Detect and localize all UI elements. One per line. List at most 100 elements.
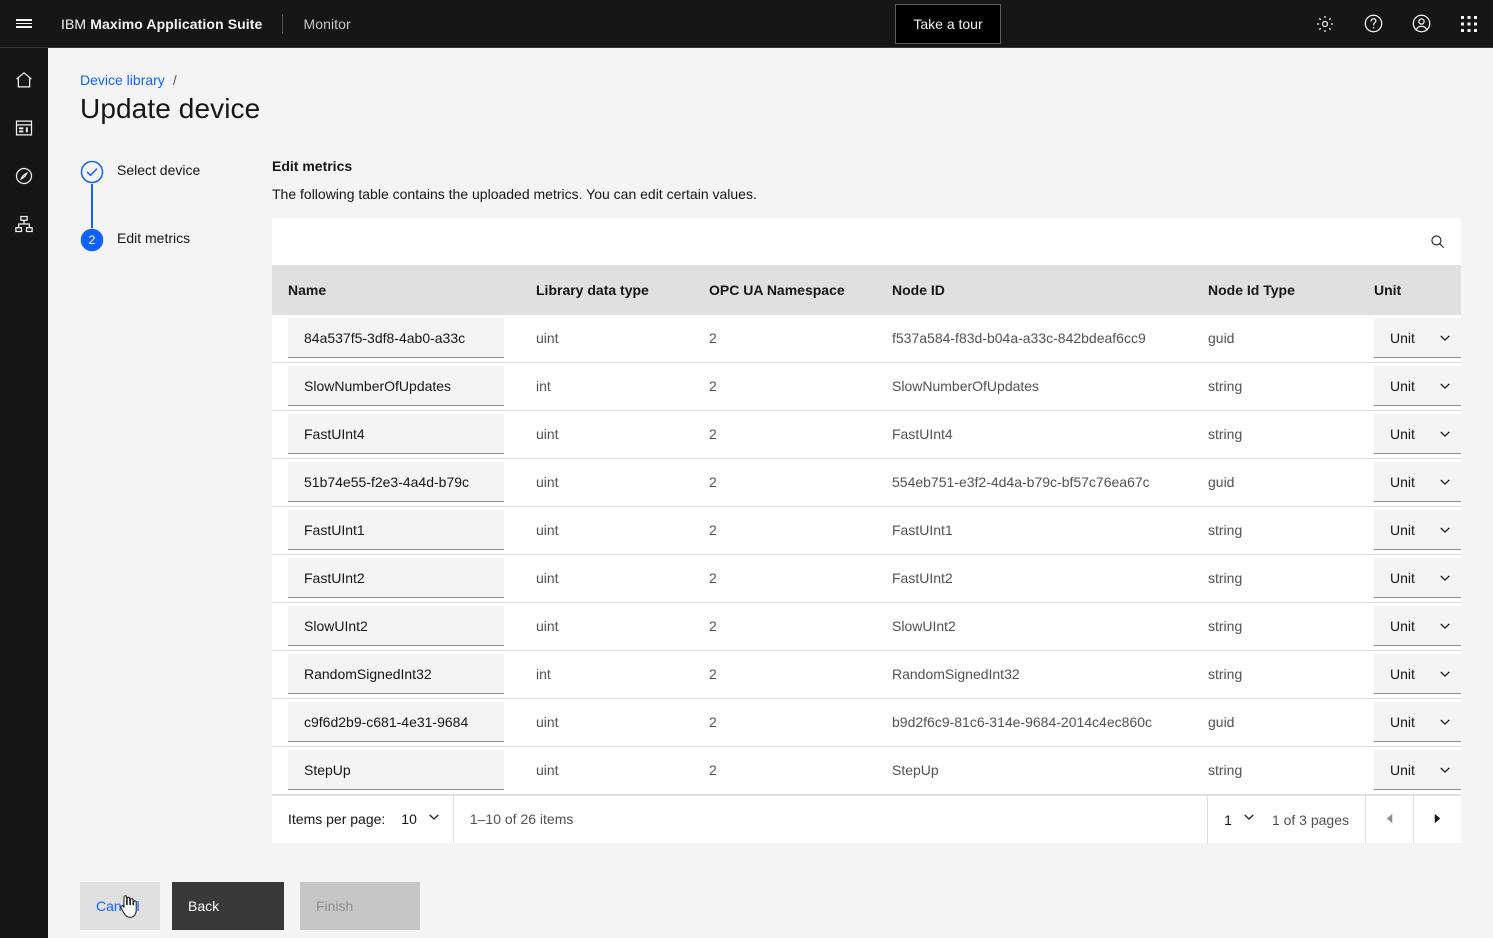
dashboard-icon (14, 118, 34, 138)
metric-name-input[interactable] (288, 318, 504, 358)
cell-library-data-type: uint (520, 314, 693, 363)
chevron-down-icon (1242, 810, 1256, 829)
sidebar-item-home[interactable] (0, 64, 48, 96)
app-header: IBM Maximo Application Suite Monitor Tak… (0, 0, 1493, 48)
app-switcher-icon[interactable] (1445, 0, 1493, 47)
cell-node-id: 554eb751-e3f2-4d4a-b79c-bf57c76ea67c (876, 458, 1192, 507)
table-row: uint2FastUInt1string Unit (272, 506, 1461, 555)
progress-stepper: Select device 2 Edit metrics (80, 160, 270, 252)
back-button[interactable]: Back (172, 882, 284, 930)
pagination-range-text: 1–10 of 26 items (469, 811, 574, 827)
chevron-down-icon (1438, 619, 1452, 636)
cancel-button[interactable]: Cancel (80, 882, 160, 930)
explore-compass-icon (14, 166, 34, 186)
caret-right-icon (1432, 811, 1443, 829)
column-header-unit[interactable]: Unit (1358, 266, 1461, 315)
cell-name (272, 410, 520, 459)
cell-name (272, 746, 520, 795)
cell-opc-ua-namespace: 2 (693, 746, 876, 795)
unit-dropdown[interactable]: Unit (1374, 366, 1461, 406)
items-per-page-select[interactable]: 10 (385, 795, 453, 843)
unit-dropdown[interactable]: Unit (1374, 462, 1461, 502)
column-header-node-id-type[interactable]: Node Id Type (1192, 266, 1358, 315)
metric-name-input[interactable] (288, 654, 504, 694)
hamburger-bar (16, 22, 32, 25)
unit-dropdown[interactable]: Unit (1374, 318, 1461, 358)
next-page-button[interactable] (1413, 795, 1461, 844)
gear-icon[interactable] (1301, 0, 1349, 47)
table-row: uint2FastUInt4string Unit (272, 410, 1461, 459)
unit-dropdown[interactable]: Unit (1374, 606, 1461, 646)
take-a-tour-button[interactable]: Take a tour (895, 4, 1001, 44)
cell-opc-ua-namespace: 2 (693, 506, 876, 555)
table-toolbar (272, 218, 1461, 266)
sidebar-item-asset-hierarchy[interactable] (0, 208, 48, 240)
help-icon[interactable] (1349, 0, 1397, 47)
hamburger-menu-icon[interactable] (0, 0, 48, 47)
cell-library-data-type: uint (520, 506, 693, 555)
unit-dropdown-value: Unit (1390, 665, 1415, 682)
cell-name (272, 362, 520, 411)
unit-dropdown[interactable]: Unit (1374, 702, 1461, 742)
chevron-down-icon (1438, 427, 1452, 444)
step-label-select-device: Select device (117, 162, 201, 178)
cell-name (272, 602, 520, 651)
metric-name-input[interactable] (288, 702, 504, 742)
unit-dropdown[interactable]: Unit (1374, 558, 1461, 598)
step-label-edit-metrics: Edit metrics (117, 230, 191, 246)
pagination-pages-text: 1 of 3 pages (1271, 811, 1349, 828)
metric-name-input[interactable] (288, 462, 504, 502)
breadcrumb-link-device-library[interactable]: Device library (80, 72, 165, 88)
table-header-row: Name Library data type OPC UA Namespace … (272, 266, 1461, 315)
unit-dropdown[interactable]: Unit (1374, 750, 1461, 790)
cell-library-data-type: int (520, 650, 693, 699)
pagination-bar: Items per page: 10 1–10 of 26 items 1 1 … (272, 794, 1461, 844)
unit-dropdown-value: Unit (1390, 473, 1415, 490)
metric-name-input[interactable] (288, 558, 504, 598)
cell-name (272, 458, 520, 507)
unit-dropdown[interactable]: Unit (1374, 654, 1461, 694)
cell-node-id-type: guid (1192, 458, 1358, 507)
cell-node-id: FastUInt4 (876, 410, 1192, 459)
unit-dropdown-value: Unit (1390, 713, 1415, 730)
column-header-opc-ua-namespace[interactable]: OPC UA Namespace (693, 266, 876, 315)
cell-name (272, 506, 520, 555)
cell-library-data-type: uint (520, 458, 693, 507)
metric-name-input[interactable] (288, 414, 504, 454)
cell-opc-ua-namespace: 2 (693, 554, 876, 603)
metric-name-input[interactable] (288, 366, 504, 406)
cell-unit: Unit (1358, 506, 1461, 555)
cell-opc-ua-namespace: 2 (693, 362, 876, 411)
table-row: uint2StepUpstring Unit (272, 746, 1461, 795)
unit-dropdown[interactable]: Unit (1374, 510, 1461, 550)
chevron-down-icon (1438, 523, 1452, 540)
step-select-device[interactable]: Select device (80, 160, 270, 228)
metric-name-input[interactable] (288, 606, 504, 646)
search-icon[interactable] (1413, 218, 1461, 265)
sidebar-item-dashboard[interactable] (0, 112, 48, 144)
previous-page-button[interactable] (1365, 795, 1413, 844)
cell-name (272, 698, 520, 747)
cell-node-id-type: string (1192, 602, 1358, 651)
user-avatar-icon[interactable] (1397, 0, 1445, 47)
brand-title[interactable]: IBM Maximo Application Suite Monitor (48, 13, 351, 34)
metric-name-input[interactable] (288, 750, 504, 790)
cell-node-id: FastUInt2 (876, 554, 1192, 603)
column-header-name[interactable]: Name (272, 266, 520, 315)
asset-hierarchy-icon (14, 214, 34, 234)
metric-name-input[interactable] (288, 510, 504, 550)
column-header-library-data-type[interactable]: Library data type (520, 266, 693, 315)
cell-node-id: StepUp (876, 746, 1192, 795)
column-header-node-id[interactable]: Node ID (876, 266, 1192, 315)
cell-node-id-type: string (1192, 410, 1358, 459)
chevron-down-icon (1438, 715, 1452, 732)
cell-node-id-type: guid (1192, 314, 1358, 363)
cell-node-id-type: string (1192, 506, 1358, 555)
page-number-select[interactable]: 1 (1208, 796, 1268, 844)
unit-dropdown-value: Unit (1390, 377, 1415, 394)
finish-button[interactable]: Finish (300, 882, 420, 930)
sidebar-item-explore[interactable] (0, 160, 48, 192)
chevron-down-icon (1438, 763, 1452, 780)
cell-unit: Unit (1358, 314, 1461, 363)
unit-dropdown[interactable]: Unit (1374, 414, 1461, 454)
